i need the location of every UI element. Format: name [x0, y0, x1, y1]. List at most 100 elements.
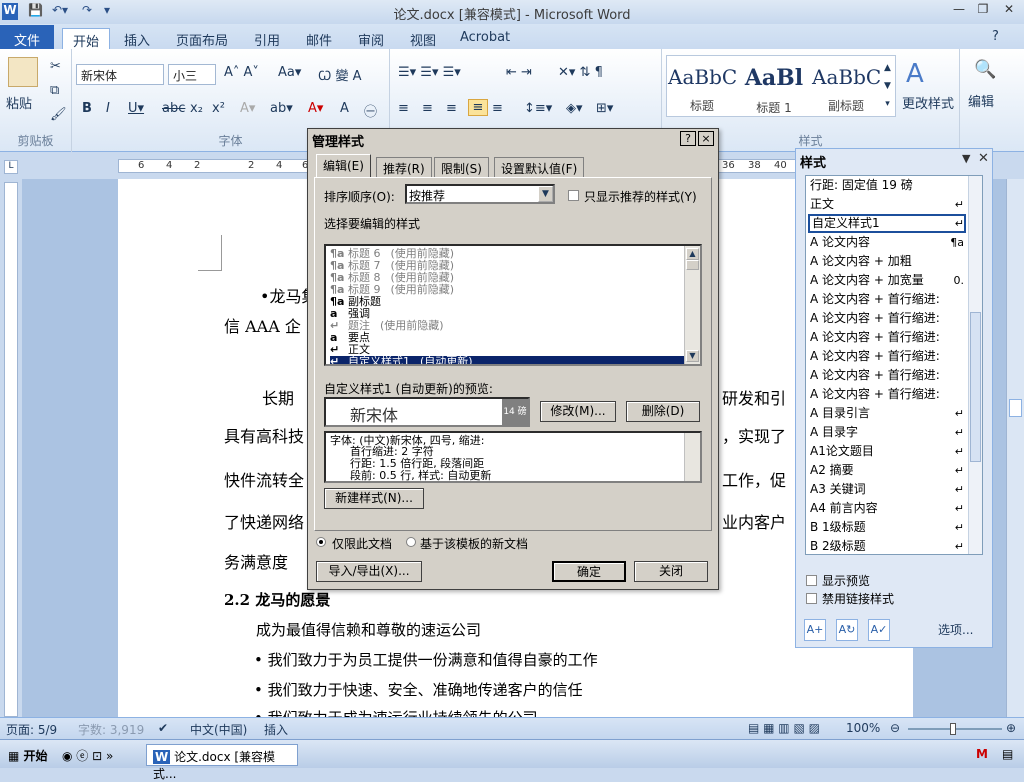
tab-references[interactable]: 引用	[244, 28, 290, 49]
style-title[interactable]: AaBbC 标题	[668, 59, 737, 115]
zoom-out-icon[interactable]: ⊖	[890, 721, 900, 735]
pane-style-item[interactable]: A 论文内容 + 首行缩进:	[810, 290, 964, 309]
minimize-icon[interactable]: —	[948, 2, 970, 20]
font-color-icon[interactable]: A▾	[308, 101, 323, 116]
paste-button[interactable]: 粘贴	[6, 93, 32, 112]
language-indicator[interactable]: 中文(中国)	[190, 721, 247, 738]
editing-button[interactable]: 编辑	[968, 91, 994, 110]
insert-mode[interactable]: 插入	[264, 721, 288, 738]
distribute-icon[interactable]: ≡	[492, 101, 503, 116]
quicklaunch-icons[interactable]: ◉ ⓔ ⊡ »	[56, 744, 119, 766]
strikethrough-icon[interactable]: abc	[162, 101, 185, 116]
pane-style-item[interactable]: B 1级标题 ↵	[810, 518, 964, 537]
tab-mailings[interactable]: 邮件	[296, 28, 342, 49]
manage-styles-icon[interactable]: A✓	[868, 619, 890, 641]
zoom-level[interactable]: 100%	[846, 721, 880, 735]
tray-network-icon[interactable]: ▤	[996, 744, 1019, 766]
grow-font-icon[interactable]: A˄ A˅	[224, 65, 259, 80]
subscript-icon[interactable]: x₂	[190, 101, 203, 116]
superscript-icon[interactable]: x²	[212, 101, 225, 116]
style-list-item[interactable]: ¶a 标题 9 (使用前隐藏)	[330, 284, 454, 295]
indent-icon[interactable]: ⇤ ⇥	[506, 65, 532, 80]
change-styles-button[interactable]: 更改样式	[902, 93, 954, 112]
style-heading1[interactable]: AaBl 标题 1	[740, 59, 808, 115]
pane-style-item[interactable]: A3 关键词 ↵	[810, 480, 964, 499]
justify-icon[interactable]: ≡	[468, 99, 488, 116]
proofing-icon[interactable]: ✔	[158, 721, 168, 735]
pane-scroll-thumb[interactable]	[970, 312, 981, 462]
dialog-help-button[interactable]: ?	[680, 131, 696, 146]
style-list-item[interactable]: ¶a 标题 7 (使用前隐藏)	[330, 260, 454, 271]
align-right-icon[interactable]: ≡	[446, 101, 457, 116]
clear-format-icon[interactable]: Ꞷ 變 A	[318, 65, 362, 84]
sort-icon[interactable]: ✕▾ ⇅ ¶	[558, 65, 603, 80]
enclose-char-icon[interactable]: ㊀	[364, 101, 377, 120]
text-effects-icon[interactable]: A▾	[240, 101, 255, 116]
align-left-icon[interactable]: ≡	[398, 101, 409, 116]
find-icon[interactable]: 🔍	[974, 59, 996, 80]
view-buttons[interactable]: ▤ ▦ ▥ ▧ ▨	[748, 721, 820, 735]
modify-button[interactable]: 修改(M)...	[540, 401, 616, 422]
bullets-icon[interactable]: ☰▾ ☰▾ ☰▾	[398, 65, 461, 80]
tab-recommend[interactable]: 推荐(R)	[376, 157, 432, 177]
tab-restrict[interactable]: 限制(S)	[434, 157, 489, 177]
borders-icon[interactable]: ⊞▾	[596, 101, 613, 116]
style-list-item[interactable]: ¶a 标题 8 (使用前隐藏)	[330, 272, 454, 283]
style-subtitle[interactable]: AaBbC 副标题	[812, 59, 881, 115]
close-window-icon[interactable]: ✕	[998, 2, 1020, 20]
pane-style-item[interactable]: A 论文内容 + 首行缩进:	[810, 366, 964, 385]
import-export-button[interactable]: 导入/导出(X)...	[316, 561, 422, 582]
pane-style-item[interactable]: A 目录引言 ↵	[810, 404, 964, 423]
tab-acrobat[interactable]: Acrobat	[450, 28, 520, 49]
highlight-icon[interactable]: ab▾	[270, 101, 293, 116]
char-shading-icon[interactable]: A	[340, 101, 349, 116]
disable-linked-checkbox[interactable]	[806, 593, 817, 604]
pane-style-item[interactable]: A2 摘要 ↵	[810, 461, 964, 480]
paste-icon[interactable]	[8, 57, 38, 87]
pane-style-item[interactable]: A 论文内容 + 首行缩进:	[810, 309, 964, 328]
vertical-scrollbar[interactable]	[1006, 179, 1024, 717]
style-list-item[interactable]: ¶a 副标题	[330, 296, 391, 307]
tab-edit[interactable]: 编辑(E)	[316, 154, 371, 178]
tab-page-layout[interactable]: 页面布局	[166, 28, 238, 49]
new-style-button[interactable]: 新建样式(N)...	[324, 488, 424, 509]
style-list[interactable]: ¶a 标题 6 (使用前隐藏) ¶a 标题 7 (使用前隐藏) ¶a 标题 8 (使用前隐藏) ¶…	[324, 244, 702, 366]
dialog-close-button[interactable]: ×	[698, 131, 714, 146]
tray-icon[interactable]: M	[970, 744, 994, 766]
pane-style-item[interactable]: A1论文题目 ↵	[810, 442, 964, 461]
pane-style-item[interactable]: A 论文内容 ¶a	[810, 233, 964, 252]
line-spacing-icon[interactable]: ↕≡▾	[524, 101, 552, 116]
pane-style-item[interactable]: A 论文内容 + 加粗	[810, 252, 964, 271]
style-list-item[interactable]: a 强调	[330, 308, 380, 319]
start-button[interactable]: ▦ 开始	[2, 744, 54, 766]
pane-style-item[interactable]: A 论文内容 + 首行缩进:	[810, 385, 964, 404]
tab-file[interactable]: 文件	[0, 25, 54, 49]
only-recommended-checkbox[interactable]	[568, 190, 579, 201]
pane-style-item[interactable]: A 论文内容 + 首行缩进:	[810, 328, 964, 347]
taskbar-word-item[interactable]: W 论文.docx [兼容模式...	[146, 744, 298, 781]
copy-icon[interactable]: ⧉	[50, 83, 59, 98]
zoom-in-icon[interactable]: ⊕	[1006, 721, 1016, 735]
tab-view[interactable]: 视图	[400, 28, 446, 49]
style-list-item[interactable]: ↵ 正文	[330, 344, 380, 355]
cut-icon[interactable]: ✂	[50, 59, 61, 74]
close-button[interactable]: 关闭	[634, 561, 708, 582]
format-painter-icon[interactable]: 🖌	[50, 107, 67, 122]
change-case-icon[interactable]: Aa▾	[278, 65, 301, 80]
font-name-select[interactable]: 新宋体	[76, 64, 164, 85]
style-list-item[interactable]: a 要点	[330, 332, 380, 343]
restore-icon[interactable]: ❐	[972, 2, 994, 20]
pane-style-item[interactable]: A4 前言内容 ↵	[810, 499, 964, 518]
pane-style-item[interactable]: A 目录字 ↵	[810, 423, 964, 442]
pane-style-item[interactable]: 正文 ↵	[810, 195, 964, 214]
style-list-item[interactable]: ¶a 标题 6 (使用前隐藏)	[330, 248, 454, 259]
tab-insert[interactable]: 插入	[114, 28, 160, 49]
tab-home[interactable]: 开始	[62, 28, 111, 50]
change-styles-icon[interactable]: A	[906, 59, 924, 89]
tab-selector[interactable]: L	[4, 160, 18, 174]
style-inspector-icon[interactable]: A↻	[836, 619, 858, 641]
pane-style-item[interactable]: 自定义样式1 ↵	[808, 214, 966, 233]
italic-icon[interactable]: I	[106, 101, 110, 116]
gallery-scroll[interactable]: ▲ ▼ ▾	[884, 59, 891, 113]
pane-menu-icon[interactable]: ▼	[962, 152, 970, 165]
